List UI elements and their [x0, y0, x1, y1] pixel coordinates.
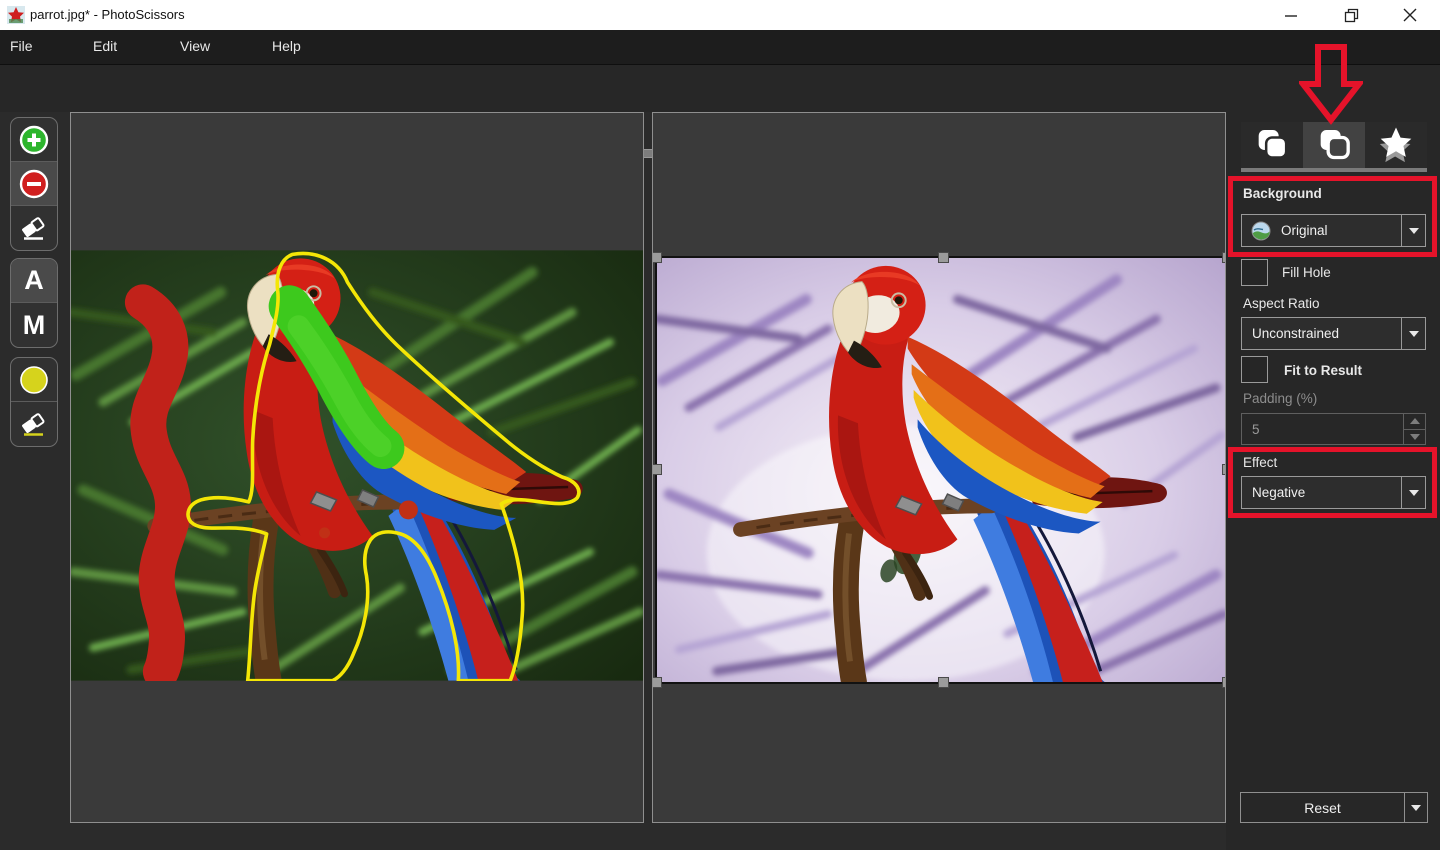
tab-effects[interactable]: [1365, 122, 1427, 168]
menu-item-edit[interactable]: Edit: [93, 38, 117, 54]
red-marker-dot-small: [319, 527, 330, 538]
result-photo[interactable]: [657, 258, 1226, 682]
fill-hole-checkbox[interactable]: [1241, 259, 1268, 286]
auto-mode-tool[interactable]: A: [11, 259, 57, 303]
up-arrow-icon: [1410, 418, 1420, 424]
tab-underline: [1241, 168, 1427, 172]
annotation-arrow: [1299, 44, 1363, 126]
close-button[interactable]: [1387, 0, 1433, 30]
aspect-ratio-dropdown-button[interactable]: [1401, 318, 1425, 349]
maximize-button[interactable]: [1328, 0, 1374, 30]
yellow-marker-tool[interactable]: [11, 358, 57, 402]
eraser-icon: [19, 213, 49, 243]
remove-marker-tool[interactable]: [11, 162, 57, 206]
manual-mode-label: M: [23, 312, 46, 339]
menu-item-file[interactable]: File: [10, 38, 33, 54]
fill-hole-label: Fill Hole: [1282, 265, 1331, 280]
green-plus-icon: [19, 125, 49, 155]
yellow-eraser-icon: [19, 409, 49, 439]
padding-spinbox[interactable]: 5: [1241, 413, 1426, 445]
auto-mode-label: A: [24, 267, 44, 294]
minimize-button[interactable]: [1268, 0, 1314, 30]
reset-label: Reset: [1241, 793, 1404, 822]
result-frame[interactable]: [655, 256, 1226, 684]
add-marker-tool[interactable]: [11, 118, 57, 162]
eraser-tool[interactable]: [11, 206, 57, 250]
viewport-result[interactable]: [652, 112, 1226, 823]
yellow-eraser-tool[interactable]: [11, 402, 57, 446]
yellow-marker-group: [10, 357, 58, 447]
red-marker-dot-large: [399, 500, 418, 519]
selection-handle-top-left[interactable]: [652, 252, 662, 263]
padding-down-button[interactable]: [1404, 429, 1425, 445]
selection-handle-bottom-left[interactable]: [652, 677, 662, 688]
chevron-down-icon: [1409, 331, 1419, 337]
down-arrow-icon: [1410, 434, 1420, 440]
fit-to-result-label: Fit to Result: [1284, 363, 1362, 378]
reset-button[interactable]: Reset: [1240, 792, 1428, 823]
app-icon: [7, 6, 25, 24]
selection-handle-top-center[interactable]: [938, 252, 949, 263]
yellow-circle-icon: [19, 365, 49, 395]
window-title: parrot.jpg* - PhotoScissors: [30, 7, 185, 22]
sidebar-tabs: [1241, 122, 1427, 168]
source-photo[interactable]: [71, 250, 643, 681]
padding-label: Padding (%): [1243, 391, 1317, 406]
tool-column: A M: [0, 112, 68, 850]
padding-up-button[interactable]: [1404, 414, 1425, 429]
menu-item-help[interactable]: Help: [272, 38, 301, 54]
menubar: File Edit View Help: [0, 30, 1440, 64]
selection-handle-middle-left[interactable]: [652, 464, 662, 475]
marker-tool-group: [10, 117, 58, 251]
tab-segmentation[interactable]: [1241, 122, 1303, 168]
fit-to-result-checkbox[interactable]: [1241, 356, 1268, 383]
close-icon: [1403, 8, 1417, 22]
aspect-ratio-select[interactable]: Unconstrained: [1241, 317, 1426, 350]
layers-outline-icon: [1314, 125, 1354, 165]
aspect-ratio-value: Unconstrained: [1252, 326, 1339, 341]
annotation-box-background: [1228, 176, 1437, 257]
reset-dropdown-button[interactable]: [1404, 793, 1427, 822]
menu-item-view[interactable]: View: [180, 38, 210, 54]
layers-filled-icon: [1252, 125, 1292, 165]
minimize-icon: [1284, 8, 1298, 22]
viewport-source[interactable]: [70, 112, 644, 823]
restore-icon: [1344, 8, 1359, 23]
annotation-box-effect: [1228, 447, 1437, 518]
toolbar: 1:1 ? Marker Size 40: [0, 64, 1440, 112]
selection-handle-bottom-center[interactable]: [938, 677, 949, 688]
aspect-ratio-label: Aspect Ratio: [1243, 296, 1320, 311]
mode-tool-group: A M: [10, 258, 58, 348]
tab-background[interactable]: [1303, 122, 1365, 168]
padding-value: 5: [1242, 414, 1403, 444]
app-window: parrot.jpg* - PhotoScissors File Edit Vi…: [0, 0, 1440, 850]
titlebar: parrot.jpg* - PhotoScissors: [0, 0, 1440, 30]
star-icon: [1375, 124, 1417, 166]
chevron-down-icon: [1411, 805, 1421, 811]
red-minus-icon: [19, 169, 49, 199]
manual-mode-tool[interactable]: M: [11, 303, 57, 347]
